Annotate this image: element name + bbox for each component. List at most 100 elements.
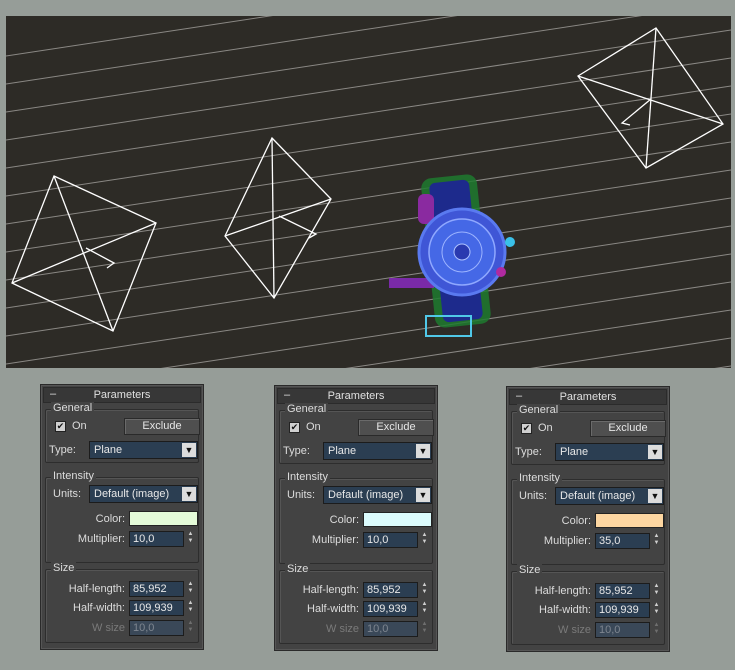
intensity-group: Intensity Units: Default (image) ▼ Color… (511, 472, 665, 565)
color-swatch[interactable] (129, 511, 198, 526)
chevron-down-icon[interactable]: ▼ (648, 445, 662, 459)
half-width-label: Half-width: (307, 603, 359, 615)
collapse-icon[interactable]: – (284, 388, 290, 402)
rollout-title[interactable]: – Parameters (43, 387, 201, 403)
type-select[interactable]: Plane ▼ (323, 442, 432, 460)
units-label: Units: (519, 490, 548, 502)
half-length-spinner-arrows[interactable]: ▲ ▼ (186, 581, 195, 595)
units-select[interactable]: Default (image) ▼ (555, 487, 664, 505)
on-checkbox[interactable]: ✔ (521, 423, 532, 434)
rollout-title-text: Parameters (559, 391, 617, 403)
half-width-spinner-arrows[interactable]: ▲ ▼ (186, 600, 195, 614)
rollout-title-text: Parameters (327, 390, 385, 402)
half-width-input[interactable]: 109,939 (363, 601, 418, 617)
type-label: Type: (283, 445, 310, 457)
w-size-input: 10,0 (595, 622, 650, 638)
multiplier-label: Multiplier: (311, 534, 359, 546)
chevron-down-icon[interactable]: ▼ (416, 444, 430, 458)
intensity-group: Intensity Units: Default (image) ▼ Color… (45, 470, 199, 563)
exclude-button[interactable]: Exclude (590, 420, 666, 437)
units-select[interactable]: Default (image) ▼ (323, 486, 432, 504)
size-group: Size Half-length: 85,952 ▲ ▼ Half-width: … (45, 562, 199, 643)
general-label: General (517, 404, 561, 416)
type-label: Type: (515, 446, 542, 458)
w-size-label: W size (558, 624, 591, 636)
units-select[interactable]: Default (image) ▼ (89, 485, 198, 503)
type-select[interactable]: Plane ▼ (89, 441, 198, 459)
half-length-label: Half-length: (68, 583, 125, 595)
w-size-input: 10,0 (129, 620, 184, 636)
multiplier-spinner-arrows[interactable]: ▲ ▼ (652, 533, 661, 547)
half-width-label: Half-width: (73, 602, 125, 614)
plane-light-gizmo-2 (224, 136, 332, 300)
grid-lines (6, 16, 731, 368)
multiplier-input[interactable]: 35,0 (595, 533, 650, 549)
color-label: Color: (561, 515, 591, 527)
type-value: Plane (560, 446, 589, 458)
intensity-label: Intensity (51, 470, 96, 482)
color-label: Color: (329, 514, 359, 526)
on-checkbox[interactable]: ✔ (55, 421, 66, 432)
units-value: Default (image) (94, 488, 170, 500)
multiplier-spinner-arrows[interactable]: ▲ ▼ (186, 531, 195, 545)
general-group: General ✔ On Exclude Type: Plane ▼ (45, 402, 200, 463)
intensity-group: Intensity Units: Default (image) ▼ Color… (279, 471, 433, 564)
collapse-icon[interactable]: – (50, 387, 56, 401)
units-value: Default (image) (560, 490, 636, 502)
general-label: General (285, 403, 329, 415)
multiplier-label: Multiplier: (543, 535, 591, 547)
size-label: Size (51, 562, 77, 574)
units-label: Units: (287, 489, 316, 501)
half-length-label: Half-length: (534, 585, 591, 597)
half-length-spinner-arrows[interactable]: ▲ ▼ (652, 583, 661, 597)
color-swatch[interactable] (595, 513, 664, 528)
half-length-input[interactable]: 85,952 (363, 582, 418, 598)
half-width-input[interactable]: 109,939 (595, 602, 650, 618)
on-checkbox[interactable]: ✔ (289, 422, 300, 433)
chevron-down-icon[interactable]: ▼ (648, 489, 662, 503)
multiplier-input[interactable]: 10,0 (363, 532, 418, 548)
rollout-title[interactable]: – Parameters (277, 388, 435, 404)
chevron-down-icon[interactable]: ▼ (182, 487, 196, 501)
3d-viewport[interactable] (6, 16, 731, 368)
multiplier-input[interactable]: 10,0 (129, 531, 184, 547)
exclude-button[interactable]: Exclude (358, 419, 434, 436)
half-width-label: Half-width: (539, 604, 591, 616)
collapse-icon[interactable]: – (516, 389, 522, 403)
size-group: Size Half-length: 85,952 ▲ ▼ Half-width: … (279, 563, 433, 644)
type-label: Type: (49, 444, 76, 456)
parameters-panel-2: – Parameters General ✔ On Exclude Type: … (274, 385, 438, 651)
half-length-input[interactable]: 85,952 (129, 581, 184, 597)
w-size-input: 10,0 (363, 621, 418, 637)
w-size-label: W size (326, 623, 359, 635)
color-swatch[interactable] (363, 512, 432, 527)
half-width-spinner-arrows[interactable]: ▲ ▼ (652, 602, 661, 616)
general-label: General (51, 402, 95, 414)
general-group: General ✔ On Exclude Type: Plane ▼ (511, 404, 666, 465)
rollout-title-text: Parameters (93, 389, 151, 401)
type-value: Plane (328, 445, 357, 457)
half-width-spinner-arrows[interactable]: ▲ ▼ (420, 601, 429, 615)
half-width-input[interactable]: 109,939 (129, 600, 184, 616)
multiplier-label: Multiplier: (77, 533, 125, 545)
plane-light-gizmo-1 (11, 175, 157, 332)
on-label: On (72, 420, 87, 432)
type-value: Plane (94, 444, 123, 456)
rollout-title[interactable]: – Parameters (509, 389, 667, 405)
type-select[interactable]: Plane ▼ (555, 443, 664, 461)
chevron-down-icon[interactable]: ▼ (416, 488, 430, 502)
size-group: Size Half-length: 85,952 ▲ ▼ Half-width: … (511, 564, 665, 645)
color-label: Color: (95, 513, 125, 525)
general-group: General ✔ On Exclude Type: Plane ▼ (279, 403, 434, 464)
multiplier-spinner-arrows[interactable]: ▲ ▼ (420, 532, 429, 546)
half-length-spinner-arrows[interactable]: ▲ ▼ (420, 582, 429, 596)
size-label: Size (285, 563, 311, 575)
units-label: Units: (53, 488, 82, 500)
size-label: Size (517, 564, 543, 576)
w-size-spinner-arrows: ▲ ▼ (653, 622, 660, 635)
chevron-down-icon[interactable]: ▼ (182, 443, 196, 457)
exclude-button[interactable]: Exclude (124, 418, 200, 435)
half-length-input[interactable]: 85,952 (595, 583, 650, 599)
half-length-label: Half-length: (302, 584, 359, 596)
on-label: On (538, 422, 553, 434)
